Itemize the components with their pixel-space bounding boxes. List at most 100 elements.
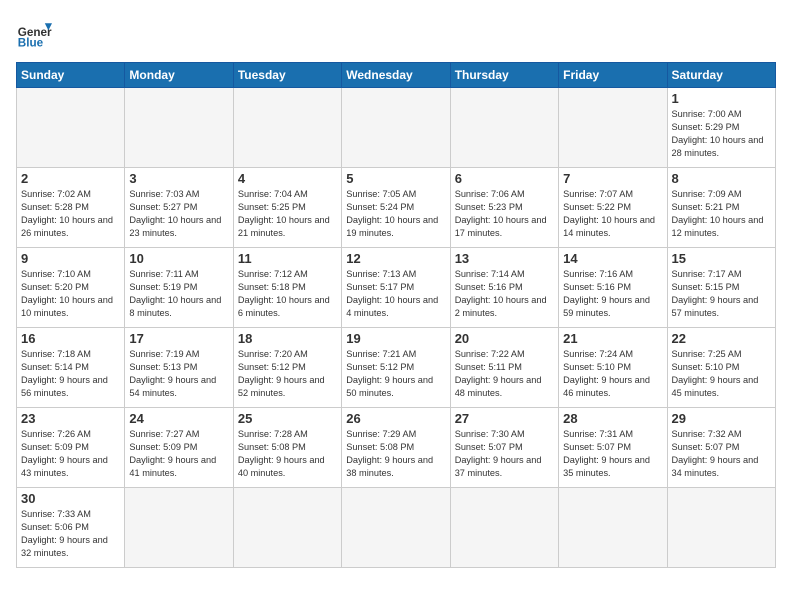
day-info: Sunrise: 7:27 AMSunset: 5:09 PMDaylight:…: [129, 428, 228, 480]
day-number: 4: [238, 171, 337, 186]
day-number: 23: [21, 411, 120, 426]
day-cell-16: 16 Sunrise: 7:18 AMSunset: 5:14 PMDayligh…: [17, 328, 125, 408]
day-cell-3: 3 Sunrise: 7:03 AMSunset: 5:27 PMDaylight…: [125, 168, 233, 248]
header: General Blue: [16, 16, 776, 52]
day-cell-20: 20 Sunrise: 7:22 AMSunset: 5:11 PMDayligh…: [450, 328, 558, 408]
day-number: 1: [672, 91, 771, 106]
day-number: 28: [563, 411, 662, 426]
day-info: Sunrise: 7:26 AMSunset: 5:09 PMDaylight:…: [21, 428, 120, 480]
day-cell-18: 18 Sunrise: 7:20 AMSunset: 5:12 PMDayligh…: [233, 328, 341, 408]
day-cell-9: 9Sunrise: 7:10 AMSunset: 5:20 PMDaylight…: [17, 248, 125, 328]
weekday-header-tuesday: Tuesday: [233, 63, 341, 88]
calendar-row: 23 Sunrise: 7:26 AMSunset: 5:09 PMDayligh…: [17, 408, 776, 488]
day-cell-30: 30Sunrise: 7:33 AMSunset: 5:06 PMDayligh…: [17, 488, 125, 568]
day-number: 25: [238, 411, 337, 426]
empty-cell: [342, 88, 450, 168]
day-info: Sunrise: 7:06 AMSunset: 5:23 PMDaylight:…: [455, 188, 554, 240]
day-cell-17: 17 Sunrise: 7:19 AMSunset: 5:13 PMDayligh…: [125, 328, 233, 408]
day-info: Sunrise: 7:13 AMSunset: 5:17 PMDaylight:…: [346, 268, 445, 320]
day-number: 27: [455, 411, 554, 426]
day-info: Sunrise: 7:22 AMSunset: 5:11 PMDaylight:…: [455, 348, 554, 400]
day-number: 11: [238, 251, 337, 266]
day-cell-27: 27 Sunrise: 7:30 AMSunset: 5:07 PMDayligh…: [450, 408, 558, 488]
day-cell-2: 2 Sunrise: 7:02 AMSunset: 5:28 PMDaylight…: [17, 168, 125, 248]
day-info: Sunrise: 7:05 AMSunset: 5:24 PMDaylight:…: [346, 188, 445, 240]
day-cell-11: 11 Sunrise: 7:12 AMSunset: 5:18 PMDayligh…: [233, 248, 341, 328]
day-number: 9: [21, 251, 120, 266]
empty-cell: [17, 88, 125, 168]
day-number: 8: [672, 171, 771, 186]
day-number: 5: [346, 171, 445, 186]
day-number: 17: [129, 331, 228, 346]
day-cell-10: 10Sunrise: 7:11 AMSunset: 5:19 PMDayligh…: [125, 248, 233, 328]
day-info: Sunrise: 7:03 AMSunset: 5:27 PMDaylight:…: [129, 188, 228, 240]
day-number: 16: [21, 331, 120, 346]
day-info: Sunrise: 7:07 AMSunset: 5:22 PMDaylight:…: [563, 188, 662, 240]
weekday-header-monday: Monday: [125, 63, 233, 88]
day-cell-22: 22Sunrise: 7:25 AMSunset: 5:10 PMDayligh…: [667, 328, 775, 408]
day-info: Sunrise: 7:29 AMSunset: 5:08 PMDaylight:…: [346, 428, 445, 480]
day-info: Sunrise: 7:18 AMSunset: 5:14 PMDaylight:…: [21, 348, 120, 400]
day-number: 12: [346, 251, 445, 266]
day-number: 7: [563, 171, 662, 186]
empty-cell: [450, 488, 558, 568]
day-number: 29: [672, 411, 771, 426]
day-cell-29: 29 Sunrise: 7:32 AMSunset: 5:07 PMDayligh…: [667, 408, 775, 488]
day-info: Sunrise: 7:21 AMSunset: 5:12 PMDaylight:…: [346, 348, 445, 400]
day-number: 24: [129, 411, 228, 426]
day-number: 15: [672, 251, 771, 266]
weekday-header-friday: Friday: [559, 63, 667, 88]
weekday-header-row: SundayMondayTuesdayWednesdayThursdayFrid…: [17, 63, 776, 88]
weekday-header-sunday: Sunday: [17, 63, 125, 88]
day-cell-8: 8Sunrise: 7:09 AMSunset: 5:21 PMDaylight…: [667, 168, 775, 248]
day-info: Sunrise: 7:19 AMSunset: 5:13 PMDaylight:…: [129, 348, 228, 400]
day-cell-1: 1Sunrise: 7:00 AMSunset: 5:29 PMDaylight…: [667, 88, 775, 168]
day-cell-7: 7 Sunrise: 7:07 AMSunset: 5:22 PMDaylight…: [559, 168, 667, 248]
calendar: SundayMondayTuesdayWednesdayThursdayFrid…: [16, 62, 776, 568]
empty-cell: [342, 488, 450, 568]
calendar-row: 16 Sunrise: 7:18 AMSunset: 5:14 PMDayligh…: [17, 328, 776, 408]
day-info: Sunrise: 7:14 AMSunset: 5:16 PMDaylight:…: [455, 268, 554, 320]
day-number: 20: [455, 331, 554, 346]
weekday-header-thursday: Thursday: [450, 63, 558, 88]
logo: General Blue: [16, 16, 52, 52]
day-number: 6: [455, 171, 554, 186]
day-cell-23: 23 Sunrise: 7:26 AMSunset: 5:09 PMDayligh…: [17, 408, 125, 488]
day-info: Sunrise: 7:28 AMSunset: 5:08 PMDaylight:…: [238, 428, 337, 480]
day-cell-14: 14 Sunrise: 7:16 AMSunset: 5:16 PMDayligh…: [559, 248, 667, 328]
day-info: Sunrise: 7:12 AMSunset: 5:18 PMDaylight:…: [238, 268, 337, 320]
calendar-row: 30Sunrise: 7:33 AMSunset: 5:06 PMDayligh…: [17, 488, 776, 568]
day-number: 2: [21, 171, 120, 186]
empty-cell: [450, 88, 558, 168]
day-cell-26: 26 Sunrise: 7:29 AMSunset: 5:08 PMDayligh…: [342, 408, 450, 488]
day-info: Sunrise: 7:32 AMSunset: 5:07 PMDaylight:…: [672, 428, 771, 480]
day-number: 10: [129, 251, 228, 266]
empty-cell: [125, 88, 233, 168]
day-info: Sunrise: 7:20 AMSunset: 5:12 PMDaylight:…: [238, 348, 337, 400]
day-number: 18: [238, 331, 337, 346]
day-cell-25: 25 Sunrise: 7:28 AMSunset: 5:08 PMDayligh…: [233, 408, 341, 488]
day-number: 21: [563, 331, 662, 346]
day-info: Sunrise: 7:30 AMSunset: 5:07 PMDaylight:…: [455, 428, 554, 480]
day-cell-15: 15Sunrise: 7:17 AMSunset: 5:15 PMDayligh…: [667, 248, 775, 328]
empty-cell: [559, 488, 667, 568]
weekday-header-saturday: Saturday: [667, 63, 775, 88]
day-number: 13: [455, 251, 554, 266]
day-number: 19: [346, 331, 445, 346]
empty-cell: [559, 88, 667, 168]
empty-cell: [667, 488, 775, 568]
day-info: Sunrise: 7:33 AMSunset: 5:06 PMDaylight:…: [21, 508, 120, 560]
day-number: 14: [563, 251, 662, 266]
calendar-row: 2 Sunrise: 7:02 AMSunset: 5:28 PMDaylight…: [17, 168, 776, 248]
day-info: Sunrise: 7:24 AMSunset: 5:10 PMDaylight:…: [563, 348, 662, 400]
logo-icon: General Blue: [16, 16, 52, 52]
empty-cell: [125, 488, 233, 568]
svg-text:Blue: Blue: [18, 37, 44, 50]
day-number: 3: [129, 171, 228, 186]
day-info: Sunrise: 7:16 AMSunset: 5:16 PMDaylight:…: [563, 268, 662, 320]
day-number: 26: [346, 411, 445, 426]
calendar-row: 9Sunrise: 7:10 AMSunset: 5:20 PMDaylight…: [17, 248, 776, 328]
day-cell-12: 12 Sunrise: 7:13 AMSunset: 5:17 PMDayligh…: [342, 248, 450, 328]
day-info: Sunrise: 7:25 AMSunset: 5:10 PMDaylight:…: [672, 348, 771, 400]
day-info: Sunrise: 7:02 AMSunset: 5:28 PMDaylight:…: [21, 188, 120, 240]
